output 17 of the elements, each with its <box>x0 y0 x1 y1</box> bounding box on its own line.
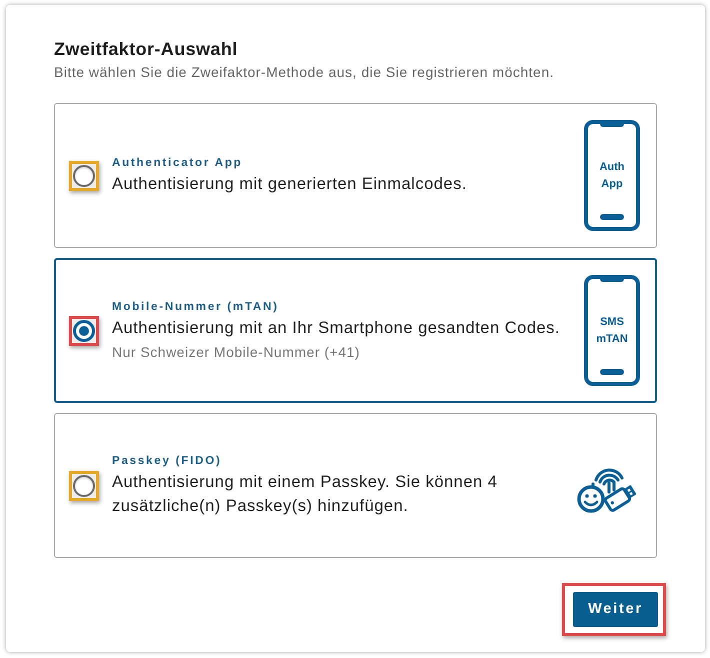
phone-label: SMS mTAN <box>596 314 628 346</box>
option-description: Authentisierung mit generierten Einmalcodes. <box>112 174 468 194</box>
option-description: Authentisierung mit einem Passkey. Sie können 4 zusätzliche(n) Passkey(s) hinzufügen. <box>112 472 498 516</box>
dialog-subtitle: Bitte wählen Sie die Zweifaktor-Methode aus, die Sie registrieren möchten. <box>54 63 556 81</box>
phone-label: Auth App <box>599 160 625 192</box>
phone-home-bar <box>600 369 624 375</box>
option-card[interactable]: Passkey (FIDO) Authentisierung mit einem Passkey. Sie können 4 zusätzliche(n) Passkey(s) hinzufügen. <box>54 413 657 558</box>
option-card[interactable]: Authenticator App Authentisierung mit generierten Einmalcodes. Auth App <box>54 103 657 248</box>
dialog-title: Zweitfaktor-Auswahl <box>54 38 239 60</box>
option-label: Mobile-Nummer (mTAN) <box>112 300 280 314</box>
phone-home-bar <box>600 214 624 220</box>
option-note: Nur Schweizer Mobile-Nummer (+41) <box>112 342 361 362</box>
option-card[interactable]: Mobile-Nummer (mTAN) Authentisierung mit an Ihr Smartphone gesandten Codes. Nur Schweizer Mobile-Nummer (+41) SMS mTAN <box>54 258 657 403</box>
option-label: Authenticator App <box>112 156 244 170</box>
option-label: Passkey (FIDO) <box>112 454 223 468</box>
option-description: Authentisierung mit an Ihr Smartphone gesandten Codes. <box>112 318 562 338</box>
next-button[interactable]: Weiter <box>573 592 658 627</box>
